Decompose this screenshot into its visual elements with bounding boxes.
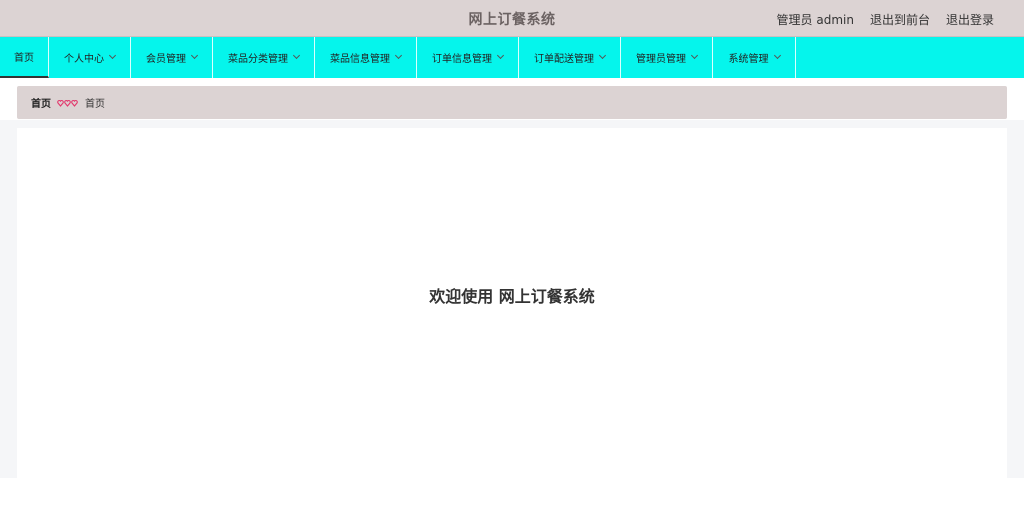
nav-personal-center[interactable]: 个人中心 bbox=[49, 37, 131, 78]
nav-system-management[interactable]: 系统管理 bbox=[713, 37, 796, 78]
chevron-down-icon bbox=[496, 51, 505, 60]
triple-heart-icon bbox=[57, 99, 79, 107]
nav-member-management[interactable]: 会员管理 bbox=[131, 37, 213, 78]
top-header: 网上订餐系统 管理员 admin 退出到前台 退出登录 bbox=[0, 0, 1024, 37]
main-panel: 欢迎使用 网上订餐系统 bbox=[17, 128, 1007, 478]
nav-order-info-management[interactable]: 订单信息管理 bbox=[417, 37, 519, 78]
nav-label: 管理员管理 bbox=[636, 54, 686, 65]
breadcrumb-current: 首页 bbox=[85, 99, 105, 110]
main-nav: 首页 个人中心 会员管理 菜品分类管理 菜品信息管理 订单信息管理 订单配送管理… bbox=[0, 37, 1024, 78]
nav-label: 个人中心 bbox=[64, 54, 104, 65]
nav-label: 订单信息管理 bbox=[432, 54, 492, 65]
welcome-message: 欢迎使用 网上订餐系统 bbox=[429, 287, 595, 306]
nav-label: 首页 bbox=[14, 53, 34, 64]
nav-label: 菜品信息管理 bbox=[330, 54, 390, 65]
nav-home[interactable]: 首页 bbox=[0, 37, 49, 78]
chevron-down-icon bbox=[394, 51, 403, 60]
nav-order-delivery-management[interactable]: 订单配送管理 bbox=[519, 37, 621, 78]
nav-label: 菜品分类管理 bbox=[228, 54, 288, 65]
chevron-down-icon bbox=[773, 51, 781, 60]
nav-label: 会员管理 bbox=[146, 54, 186, 65]
nav-label: 系统管理 bbox=[728, 54, 769, 65]
chevron-down-icon bbox=[292, 51, 301, 60]
nav-dish-info-management[interactable]: 菜品信息管理 bbox=[315, 37, 417, 78]
breadcrumb: 首页 首页 bbox=[17, 86, 1007, 119]
nav-label: 订单配送管理 bbox=[534, 54, 594, 65]
nav-admin-management[interactable]: 管理员管理 bbox=[621, 37, 713, 78]
top-links: 管理员 admin 退出到前台 退出登录 bbox=[777, 11, 994, 28]
chevron-down-icon bbox=[108, 51, 117, 60]
breadcrumb-home-link[interactable]: 首页 bbox=[31, 95, 51, 110]
exit-to-front-link[interactable]: 退出到前台 bbox=[870, 11, 930, 28]
admin-user-label: 管理员 admin bbox=[776, 13, 854, 27]
logout-link[interactable]: 退出登录 bbox=[946, 11, 994, 28]
nav-dish-category-management[interactable]: 菜品分类管理 bbox=[213, 37, 315, 78]
chevron-down-icon bbox=[598, 51, 607, 60]
chevron-down-icon bbox=[690, 51, 699, 60]
chevron-down-icon bbox=[190, 51, 199, 60]
